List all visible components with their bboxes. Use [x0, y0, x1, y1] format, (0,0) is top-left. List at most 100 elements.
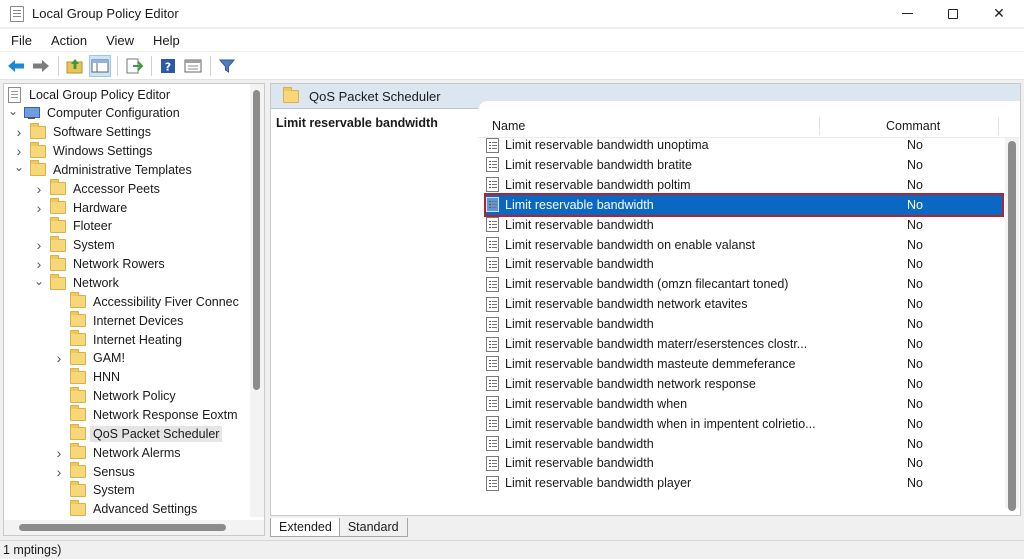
export-list-button[interactable] — [123, 55, 145, 77]
tree-item[interactable]: › Sensus — [54, 462, 138, 481]
close-icon: ✕ — [993, 5, 1005, 21]
tab-extended[interactable]: Extended — [270, 518, 341, 537]
tree-vertical-scrollbar[interactable] — [250, 84, 264, 517]
setting-row[interactable]: Limit reservable bandwidth network respo… — [486, 374, 1002, 394]
setting-row[interactable]: Limit reservable bandwidth (omzn filecan… — [486, 274, 1002, 294]
tree-item[interactable]: Advanced Settings — [54, 499, 200, 519]
filter-button[interactable] — [216, 55, 238, 77]
tree-item[interactable]: Accessibility Fiver Connec — [54, 292, 242, 311]
column-header-comment[interactable]: Commant — [886, 119, 940, 133]
setting-name: Limit reservable bandwidth — [505, 257, 654, 272]
tree-item[interactable]: › Software Settings — [14, 122, 154, 142]
folder-icon — [50, 198, 66, 215]
tree-item[interactable]: Network Response Eoxtm — [54, 405, 241, 424]
setting-row[interactable]: Limit reservable bandwidth when No — [486, 394, 1002, 414]
tree-item[interactable]: › Network Alerms — [54, 443, 184, 462]
setting-row[interactable]: Limit reservable bandwidth No — [486, 215, 1002, 235]
tree-item[interactable]: Internet Heating — [54, 330, 185, 349]
tree-item[interactable]: Floteer — [34, 216, 115, 236]
setting-row[interactable]: Limit reservable bandwidth No — [486, 254, 1002, 274]
setting-row[interactable]: Limit reservable bandwidth masteute demm… — [486, 354, 1002, 374]
tree-horizontal-scrollbar[interactable] — [4, 520, 264, 535]
minimize-button[interactable] — [884, 0, 930, 27]
tree-item[interactable]: QoS Packet Scheduler — [54, 424, 223, 443]
forward-button[interactable] — [30, 55, 52, 77]
chevron-down-icon[interactable]: ⌄ — [14, 158, 24, 177]
column-header-name[interactable]: Name — [492, 119, 525, 133]
help-button[interactable]: ? — [157, 55, 179, 77]
tab-standard[interactable]: Standard — [338, 518, 408, 537]
maximize-button[interactable] — [930, 0, 976, 27]
tree-item[interactable]: › GAM! — [54, 348, 128, 368]
folder-icon — [70, 311, 86, 328]
show-hide-tree-button[interactable] — [89, 54, 111, 77]
tree-item[interactable]: ⌄ Administrative Templates — [14, 160, 195, 179]
svg-text:?: ? — [165, 60, 171, 73]
tree-item[interactable]: › System — [34, 235, 118, 255]
setting-row[interactable]: Limit reservable bandwidth No — [484, 192, 1004, 217]
menu-file[interactable]: File — [0, 33, 41, 48]
setting-row[interactable]: Limit reservable bandwidth No — [486, 453, 1002, 473]
tree-item[interactable]: System — [54, 480, 138, 500]
setting-row[interactable]: Limit reservable bandwidth player No — [486, 473, 1002, 493]
setting-row[interactable]: Limit reservable bandwidth network etavi… — [486, 294, 1002, 314]
up-one-level-button[interactable] — [64, 55, 86, 77]
scrollbar-thumb[interactable] — [1008, 141, 1016, 511]
chevron-right-icon[interactable]: › — [14, 123, 24, 142]
setting-row[interactable]: Limit reservable bandwidth unoptima No — [486, 135, 1002, 155]
setting-row[interactable]: Limit reservable bandwidth materr/eserst… — [486, 334, 1002, 354]
folder-icon — [70, 292, 86, 309]
chevron-right-icon[interactable]: › — [34, 179, 44, 198]
folder-icon — [283, 86, 299, 103]
tree-item[interactable]: › Windows Settings — [14, 141, 155, 161]
tree-item[interactable]: › Accessor Peets — [34, 179, 163, 198]
chevron-right-icon[interactable]: › — [54, 462, 64, 481]
setting-row[interactable]: Limit reservable bandwidth poltim No — [486, 175, 1002, 195]
filter-icon — [219, 59, 235, 73]
folder-icon — [70, 330, 86, 347]
tree-item[interactable]: Network Policy — [54, 386, 179, 406]
menu-help[interactable]: Help — [143, 33, 189, 48]
policy-setting-icon — [486, 197, 499, 213]
setting-row[interactable]: Limit reservable bandwidth No — [486, 434, 1002, 454]
chevron-down-icon[interactable]: ⌄ — [34, 271, 44, 290]
chevron-right-icon[interactable]: › — [54, 443, 64, 462]
chevron-right-icon[interactable]: › — [54, 349, 64, 368]
setting-row[interactable]: Limit reservable bandwidth No — [486, 314, 1002, 334]
scrollbar-thumb[interactable] — [19, 524, 226, 531]
setting-comment: No — [907, 217, 923, 232]
menu-action[interactable]: Action — [41, 33, 96, 48]
setting-comment: No — [907, 257, 923, 272]
chevron-down-icon[interactable]: ⌄ — [8, 101, 18, 120]
tree-item[interactable]: › Network Rowers — [34, 254, 168, 274]
policy-setting-icon — [486, 396, 499, 412]
chevron-right-icon[interactable]: › — [34, 236, 44, 255]
setting-name: Limit reservable bandwidth materr/eserst… — [505, 337, 808, 351]
policy-setting-icon — [486, 336, 499, 352]
chevron-right-icon[interactable]: › — [34, 198, 44, 217]
properties-button[interactable] — [182, 55, 204, 77]
tree-item[interactable]: HNN — [54, 367, 123, 387]
list-vertical-scrollbar[interactable] — [1005, 138, 1019, 511]
setting-row[interactable]: Limit reservable bandwidth bratite No — [486, 155, 1002, 175]
folder-icon — [50, 254, 66, 271]
menu-bar: File Action View Help — [0, 29, 1024, 51]
tree-item[interactable]: › Hardware — [34, 198, 130, 217]
close-button[interactable]: ✕ — [976, 0, 1022, 27]
setting-row[interactable]: Limit reservable bandwidth on enable val… — [486, 235, 1002, 255]
scrollbar-thumb[interactable] — [253, 90, 260, 390]
column-divider[interactable] — [998, 117, 999, 135]
tree-item[interactable]: ⌄ Computer Configuration — [8, 104, 183, 123]
tree-item-label: GAM! — [93, 351, 125, 366]
tree-item-label: Local Group Policy Editor — [29, 87, 171, 102]
menu-view[interactable]: View — [96, 33, 143, 48]
tree-item[interactable]: Internet Devices — [54, 311, 186, 330]
tree-item[interactable]: Local Group Policy Editor — [8, 85, 173, 104]
column-divider[interactable] — [819, 117, 820, 135]
back-button[interactable] — [5, 55, 27, 77]
setting-row[interactable]: Limit reservable bandwidth when in impen… — [486, 414, 1002, 434]
tree-item[interactable]: ⌄ Network — [34, 271, 122, 293]
